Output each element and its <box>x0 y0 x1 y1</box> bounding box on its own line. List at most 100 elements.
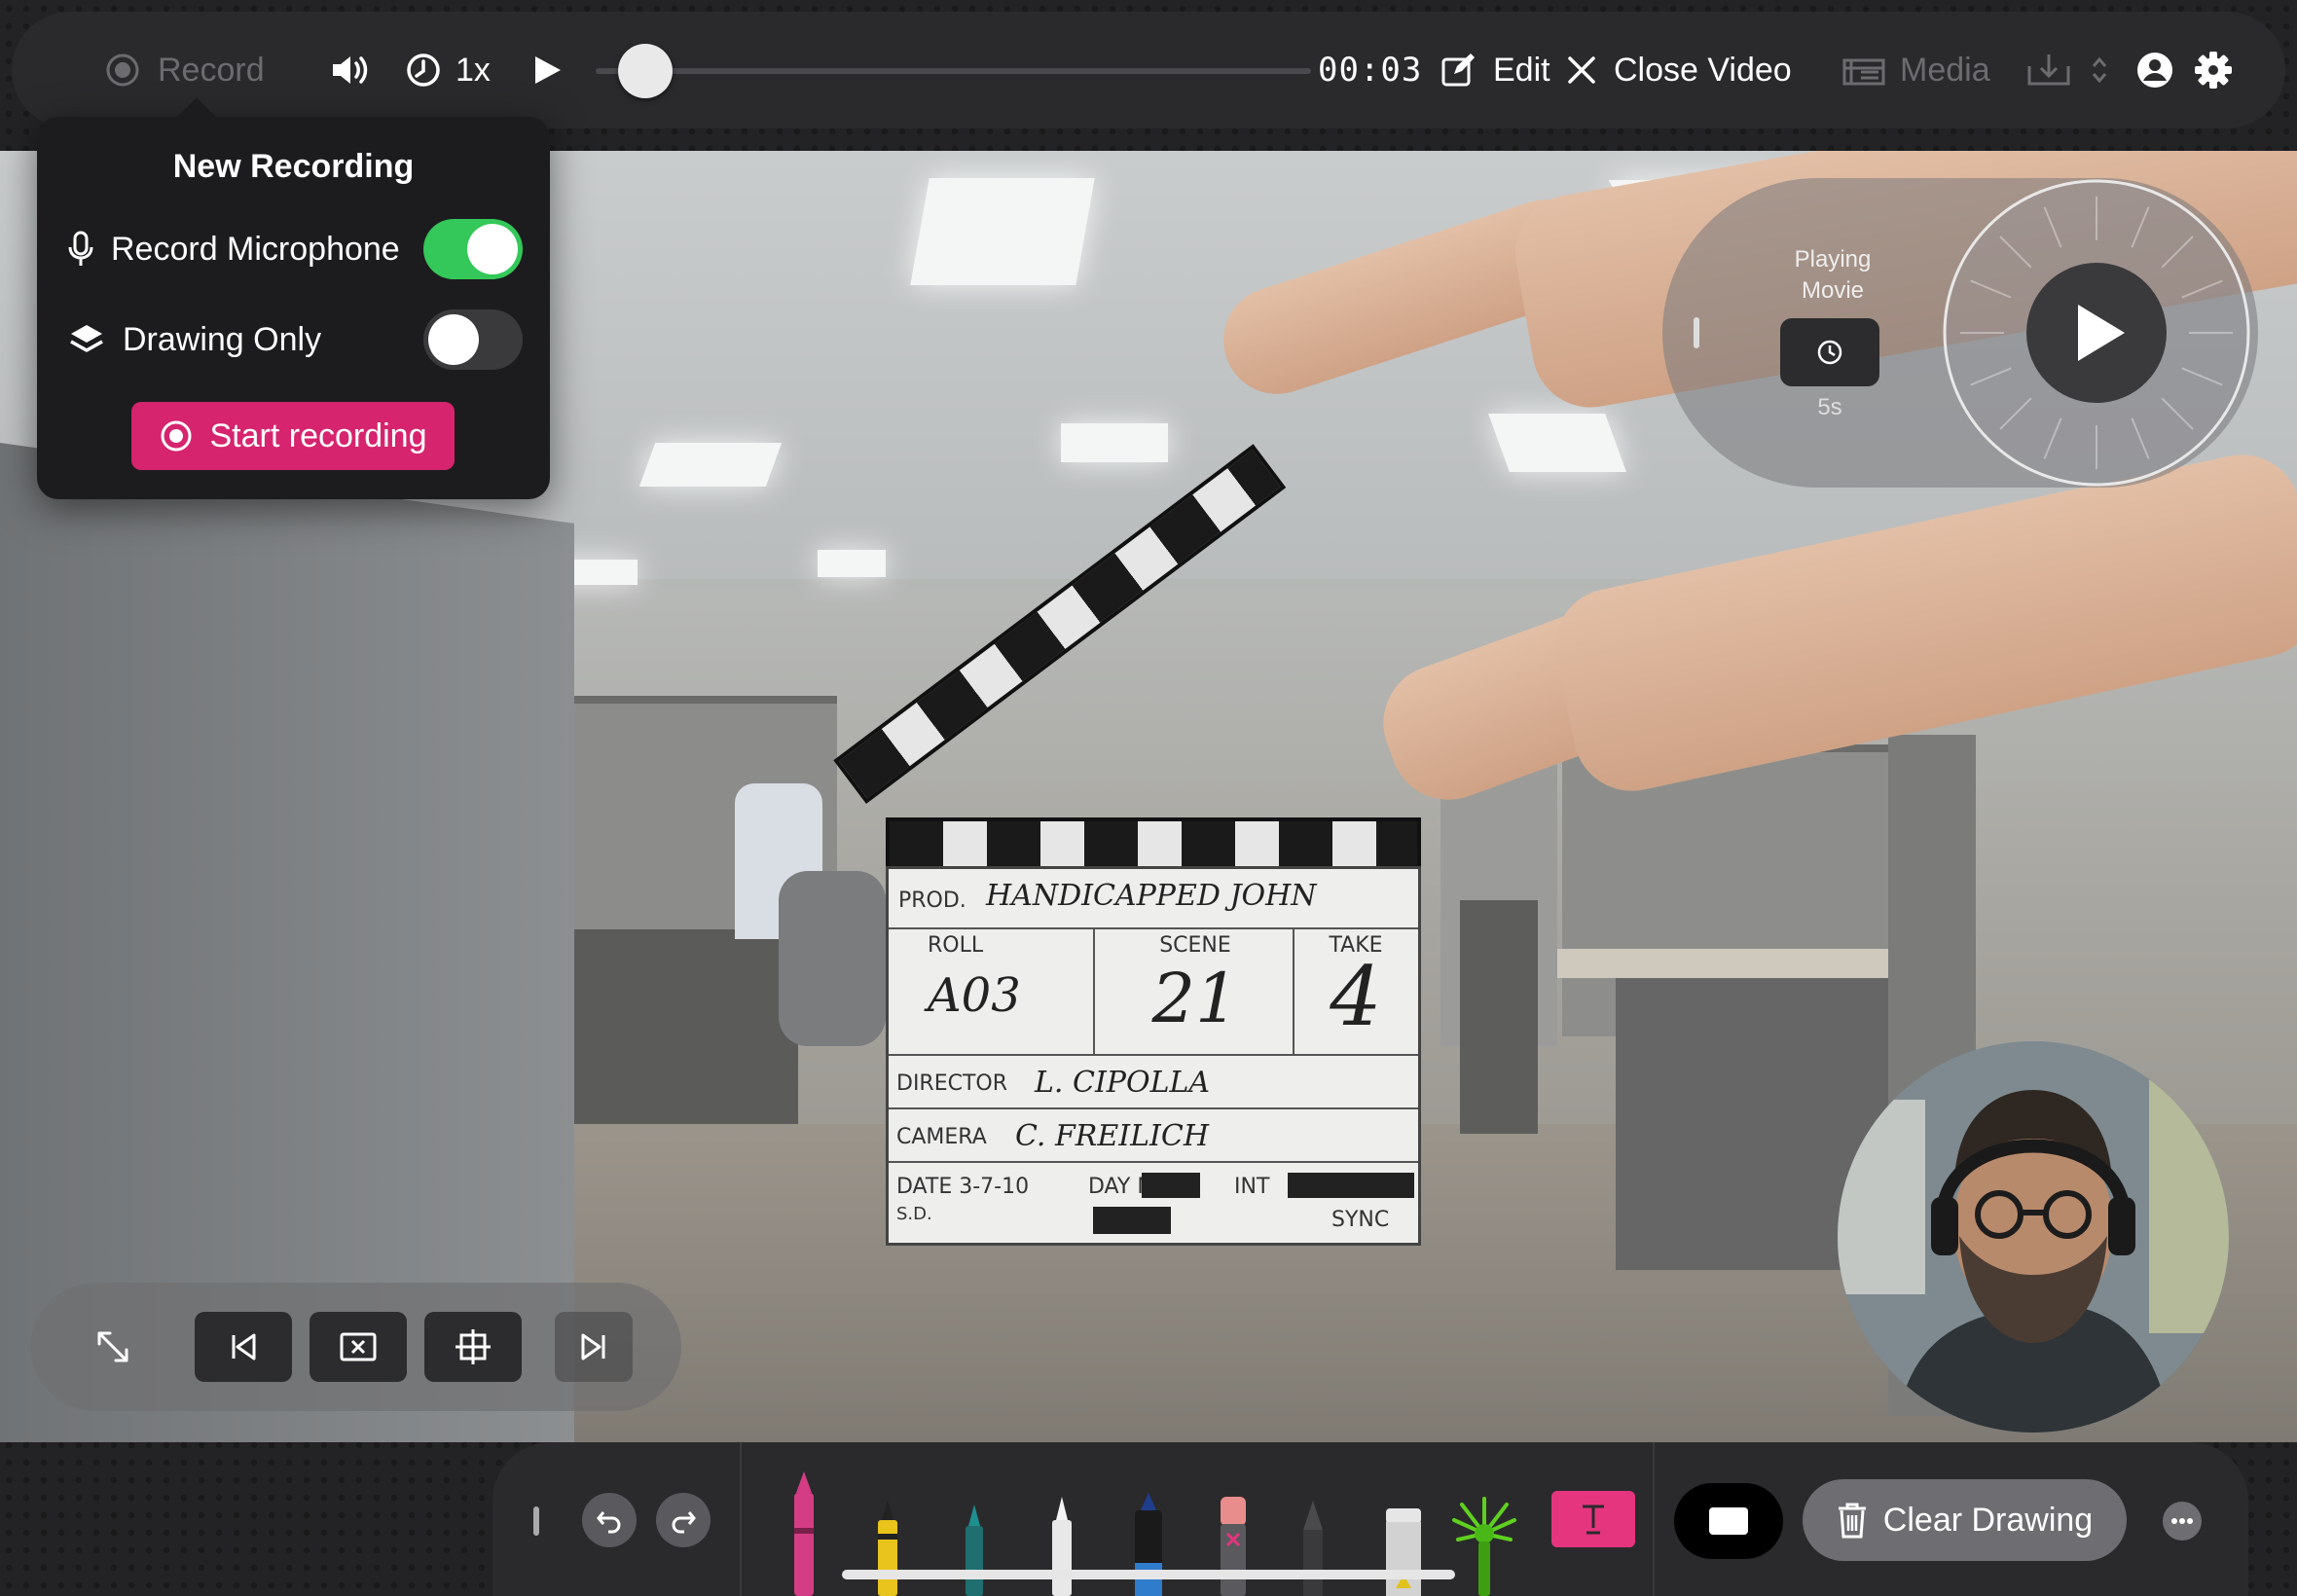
slate-director-value: L. CIPOLLA <box>1035 1066 1211 1100</box>
delete-box-icon <box>339 1331 378 1362</box>
video-light <box>1488 414 1626 472</box>
blue-marker-tool[interactable] <box>1129 1491 1168 1596</box>
teal-pen-tool[interactable] <box>962 1503 987 1596</box>
popover-title: New Recording <box>172 148 415 185</box>
speed-label: 1x <box>456 51 491 89</box>
skip-forward-button[interactable] <box>555 1312 633 1382</box>
clear-drawing-label: Clear Drawing <box>1882 1501 2094 1539</box>
skip-forward-icon <box>579 1332 608 1361</box>
microphone-icon <box>68 231 93 268</box>
play-button[interactable] <box>533 12 563 128</box>
clapper-stick-bottom <box>886 817 1421 872</box>
media-label: Media <box>1900 51 1990 89</box>
eraser-tool[interactable] <box>1217 1495 1250 1596</box>
undo-button[interactable] <box>582 1493 637 1547</box>
import-button[interactable] <box>2026 12 2071 128</box>
media-button[interactable]: Media <box>1841 12 1990 128</box>
tools-scrollbar[interactable] <box>842 1570 1455 1579</box>
skip-back-button[interactable] <box>195 1312 292 1382</box>
redo-button[interactable] <box>656 1493 711 1547</box>
delay-value: 5s <box>1817 394 1842 420</box>
widget-drag-handle[interactable] <box>1694 317 1699 348</box>
volume-button[interactable] <box>329 12 372 128</box>
layers-icon <box>68 322 105 357</box>
close-video-label: Close Video <box>1614 51 1792 89</box>
crosshair-frame-icon <box>455 1328 492 1365</box>
video-desk <box>574 929 798 1124</box>
clapperboard: PROD. HANDICAPPED JOHN ROLL A03 SCENE 21… <box>833 444 1421 1246</box>
glue-stick-tool[interactable] <box>1382 1506 1425 1596</box>
playback-status-line2: Movie <box>1801 277 1865 304</box>
selected-color-swatch <box>1709 1507 1748 1535</box>
video-light <box>638 443 783 487</box>
settings-button[interactable] <box>2194 12 2233 128</box>
scrubber-track[interactable] <box>596 68 1311 74</box>
slate-camera-value: C. FREILICH <box>1015 1119 1209 1153</box>
trash-icon <box>1837 1502 1868 1539</box>
drawing-only-label: Drawing Only <box>123 320 322 358</box>
playback-status-line1: Playing <box>1794 246 1872 272</box>
slate-director-label: DIRECTOR <box>896 1071 1008 1096</box>
video-desk <box>1557 949 1908 978</box>
toolbar-divider <box>740 1442 742 1596</box>
slate-sd-label: S.D. <box>896 1204 932 1224</box>
scrubber-handle[interactable] <box>618 44 673 98</box>
start-recording-label: Start recording <box>209 417 427 454</box>
yellow-highlighter-tool[interactable] <box>874 1499 901 1596</box>
playback-status: Playing Movie <box>1745 244 1920 307</box>
speaker-icon <box>329 53 372 88</box>
undo-icon <box>596 1506 623 1534</box>
clock-icon <box>405 52 442 89</box>
video-light <box>818 550 886 577</box>
record-microphone-toggle[interactable] <box>423 219 523 279</box>
slate-camera-label: CAMERA <box>896 1125 987 1149</box>
slate-date-label: DATE 3-7-10 <box>896 1175 1030 1199</box>
slate-board: PROD. HANDICAPPED JOHN ROLL A03 SCENE 21… <box>886 866 1421 1246</box>
account-button[interactable] <box>2135 12 2174 128</box>
edit-icon <box>1440 53 1476 88</box>
record-microphone-label: Record Microphone <box>111 230 400 268</box>
drawing-only-toggle[interactable] <box>423 309 523 370</box>
green-brush-tool[interactable] <box>1450 1495 1518 1596</box>
record-icon <box>105 53 140 88</box>
edit-button[interactable]: Edit <box>1440 12 1550 128</box>
play-dial[interactable] <box>1942 178 2251 488</box>
slate-scene-label: SCENE <box>1159 933 1231 958</box>
toolbar-drag-handle[interactable] <box>533 1506 539 1536</box>
slate-scene-value: 21 <box>1151 959 1239 1038</box>
white-pen-tool[interactable] <box>1047 1495 1076 1596</box>
text-tool-button[interactable] <box>1551 1491 1635 1547</box>
video-light <box>1061 423 1168 462</box>
expand-arrows-icon <box>95 1329 130 1364</box>
webcam-feed <box>1838 1041 2229 1433</box>
new-recording-popover: New Recording Record Microphone Drawing … <box>37 117 550 499</box>
video-light <box>910 178 1095 285</box>
user-icon <box>2135 51 2174 90</box>
gear-icon <box>2194 51 2233 90</box>
clear-drawing-button[interactable]: Clear Drawing <box>1803 1479 2127 1561</box>
sort-button[interactable] <box>2091 12 2108 128</box>
close-video-button[interactable]: Close Video <box>1567 12 1792 128</box>
transport-controls <box>31 1283 681 1411</box>
top-toolbar: Record 1x 00:03 Edit Close Video Media <box>12 12 2285 128</box>
close-icon <box>1567 55 1596 85</box>
chevron-updown-icon <box>2091 54 2108 86</box>
video-chair <box>779 871 886 1046</box>
webcam-bubble[interactable] <box>1838 1041 2229 1433</box>
start-recording-button[interactable]: Start recording <box>131 402 455 470</box>
delay-button[interactable] <box>1780 318 1879 386</box>
pencil-tool[interactable] <box>1298 1499 1328 1596</box>
speed-button[interactable]: 1x <box>405 12 491 128</box>
record-label: Record <box>158 51 265 89</box>
skip-back-icon <box>229 1332 258 1361</box>
fullscreen-button[interactable] <box>64 1312 162 1382</box>
slate-prod-label: PROD. <box>898 889 966 913</box>
crop-button[interactable] <box>424 1312 522 1382</box>
slate-roll-value: A03 <box>928 968 1021 1023</box>
color-picker-button[interactable] <box>1674 1483 1783 1559</box>
slate-prod-value: HANDICAPPED JOHN <box>986 879 1317 913</box>
pink-marker-tool[interactable] <box>788 1469 820 1596</box>
more-options-button[interactable] <box>2163 1502 2202 1541</box>
play-icon <box>533 54 563 86</box>
clear-frame-button[interactable] <box>310 1312 407 1382</box>
